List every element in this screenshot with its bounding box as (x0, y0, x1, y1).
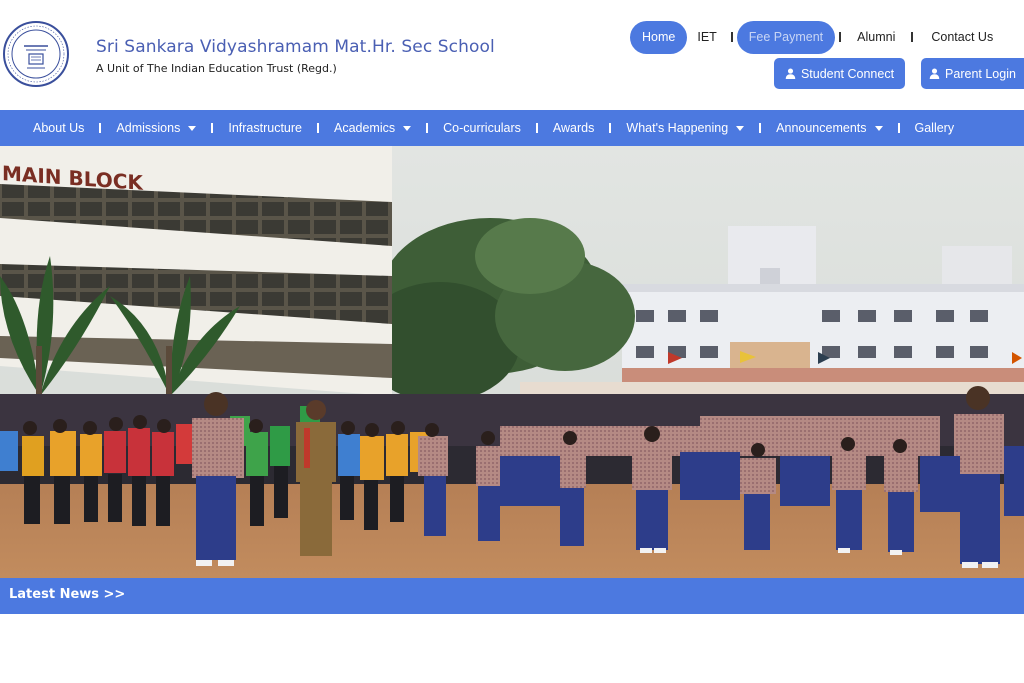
menu-separator (99, 123, 102, 133)
student-connect-button[interactable]: Student Connect (774, 58, 905, 89)
menu-label: Academics (333, 121, 396, 135)
caret-down-icon (874, 125, 883, 131)
menu-separator (316, 123, 319, 133)
assembly-photo: MAIN BLOCK (0, 146, 1024, 578)
menu-admissions[interactable]: Admissions (116, 121, 197, 135)
user-icon (785, 68, 796, 79)
nav-home[interactable]: Home (630, 20, 688, 54)
nav-iet[interactable]: IET (687, 21, 726, 54)
caret-down-icon (403, 125, 412, 131)
menu-infrastructure[interactable]: Infrastructure (228, 121, 302, 135)
nav-separator (839, 32, 842, 42)
menu-separator (535, 123, 538, 133)
parent-login-button[interactable]: Parent Login (921, 58, 1024, 89)
menu-awards[interactable]: Awards (553, 121, 594, 135)
parent-login-label: Parent Login (945, 66, 1016, 81)
menu-label: About Us (33, 121, 85, 135)
menu-academics[interactable]: Academics (333, 121, 412, 135)
menu-announcements[interactable]: Announcements (776, 121, 883, 135)
menu-whats-happening[interactable]: What's Happening (626, 121, 745, 135)
menu-label: What's Happening (626, 121, 729, 135)
menu-label: Awards (552, 121, 595, 135)
menu-separator (759, 123, 762, 133)
school-name: Sri Sankara Vidyashramam Mat.Hr. Sec Sch… (96, 37, 495, 57)
menu-about-us[interactable]: About Us (33, 121, 84, 135)
nav-separator (911, 32, 914, 42)
latest-news-label[interactable]: Latest News >> (9, 587, 125, 602)
top-navigation: Home IET Fee Payment Alumni Contact Us (630, 20, 999, 54)
menu-separator (609, 123, 612, 133)
menu-label: Announcements (776, 121, 867, 135)
caret-down-icon (188, 125, 197, 131)
menu-label: Admissions (116, 121, 181, 135)
menu-separator (211, 123, 214, 133)
nav-fee-payment[interactable]: Fee Payment (736, 20, 836, 54)
latest-news-bar: Latest News >> (0, 578, 1024, 614)
menu-separator (897, 123, 900, 133)
menu-separator (426, 123, 429, 133)
caret-down-icon (736, 125, 745, 131)
nav-separator (730, 32, 733, 42)
menu-gallery[interactable]: Gallery (915, 121, 955, 135)
student-connect-label: Student Connect (800, 66, 895, 81)
menu-label: Infrastructure (228, 121, 302, 135)
menu-label: Co-curriculars (443, 121, 521, 135)
main-navigation: About Us Admissions Infrastructure Acade… (0, 110, 1024, 146)
school-logo[interactable] (2, 20, 70, 88)
menu-label: Gallery (914, 121, 955, 135)
site-header: Sri Sankara Vidyashramam Mat.Hr. Sec Sch… (0, 0, 1024, 110)
hero-banner-image: MAIN BLOCK (0, 146, 1024, 578)
nav-alumni[interactable]: Alumni (845, 21, 907, 54)
menu-co-curriculars[interactable]: Co-curriculars (443, 121, 521, 135)
school-subtitle: A Unit of The Indian Education Trust (Re… (96, 62, 337, 75)
user-icon (929, 68, 940, 79)
nav-contact-us[interactable]: Contact Us (917, 21, 999, 54)
